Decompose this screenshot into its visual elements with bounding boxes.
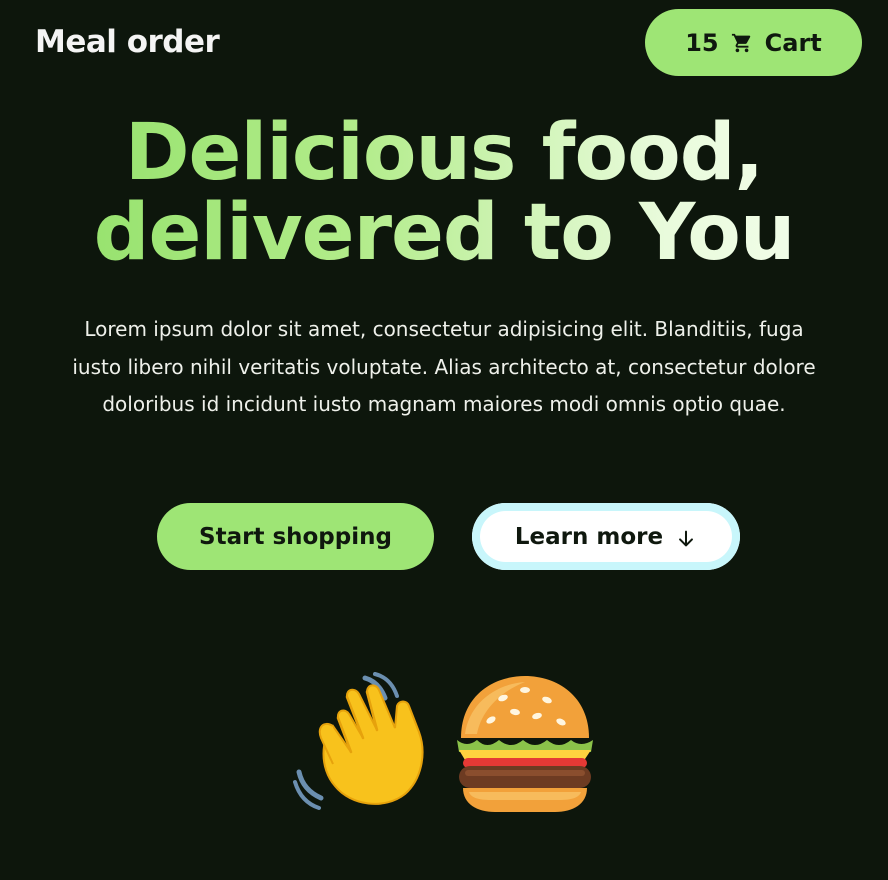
hero-title-line-1: Delicious food, bbox=[124, 108, 764, 198]
hero-title: Delicious food, delivered to You bbox=[0, 113, 888, 273]
logo[interactable]: Meal order bbox=[35, 22, 220, 62]
header: Meal order 15 Cart bbox=[0, 0, 888, 86]
cart-label: Cart bbox=[764, 28, 822, 57]
emoji-row bbox=[0, 668, 888, 818]
shopping-cart-icon bbox=[731, 33, 750, 52]
learn-more-label: Learn more bbox=[514, 523, 664, 550]
cart-button[interactable]: 15 Cart bbox=[645, 9, 862, 76]
arrow-down-icon bbox=[679, 530, 694, 546]
hero-title-line-2: delivered to You bbox=[93, 188, 795, 278]
hero-section: Delicious food, delivered to You Lorem i… bbox=[0, 113, 888, 416]
learn-more-button[interactable]: Learn more bbox=[472, 503, 740, 570]
hero-description: Lorem ipsum dolor sit amet, consectetur … bbox=[72, 317, 816, 416]
start-shopping-button[interactable]: Start shopping bbox=[157, 503, 434, 570]
hamburger-icon bbox=[457, 676, 593, 812]
start-shopping-label: Start shopping bbox=[199, 523, 392, 550]
cart-count: 15 bbox=[685, 28, 719, 57]
waving-hand-icon bbox=[293, 672, 424, 810]
